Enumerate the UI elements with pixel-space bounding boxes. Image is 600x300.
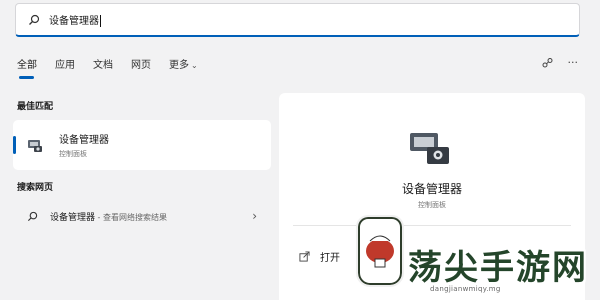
detail-subtitle: 控制面板 [418,201,446,209]
tab-more-label: 更多 [169,60,189,71]
text-caret [100,15,101,27]
chevron-down-icon: ⌄ [191,61,198,70]
tab-apps[interactable]: 应用 [55,56,75,77]
web-result-suffix: - 查看网络搜索结果 [95,212,167,222]
tab-more[interactable]: 更多 ⌄ [169,56,198,77]
watermark-text: 荡尖手游网 [408,248,588,288]
open-action[interactable]: 打开 [299,249,340,264]
open-icon [299,251,310,262]
chevron-right-icon[interactable]: › [252,209,257,223]
device-manager-icon [410,133,449,164]
chef-logo-icon [366,235,394,268]
search-input[interactable]: 设备管理器 [49,12,101,27]
web-search-result[interactable]: 设备管理器 - 查看网络搜索结果 › [13,203,271,229]
tab-documents[interactable]: 文档 [93,56,113,77]
best-match-heading: 最佳匹配 [17,102,54,112]
tab-web[interactable]: 网页 [131,56,151,77]
filter-tabs: 全部 应用 文档 网页 更多 ⌄ [17,56,216,79]
device-manager-icon [28,140,42,152]
selection-indicator [13,136,16,154]
watermark-logo [356,215,404,287]
web-search-heading: 搜索网页 [17,183,54,193]
search-icon [27,211,38,221]
tab-all[interactable]: 全部 [17,56,37,79]
best-match-result[interactable]: 设备管理器 控制面板 [13,120,271,170]
toolbar-right: ··· [542,56,579,69]
open-action-label: 打开 [320,253,340,264]
web-result-title: 设备管理器 [50,212,96,223]
best-match-subtitle: 控制面板 [59,150,87,158]
search-icon [29,14,40,25]
search-box[interactable]: 设备管理器 [15,3,580,37]
best-match-title: 设备管理器 [59,135,109,146]
more-icon[interactable]: ··· [568,56,579,69]
divider [293,225,571,226]
watermark-url: dangjianwmiqy.mg [430,285,501,293]
share-icon[interactable] [542,57,554,69]
detail-title: 设备管理器 [401,182,462,196]
